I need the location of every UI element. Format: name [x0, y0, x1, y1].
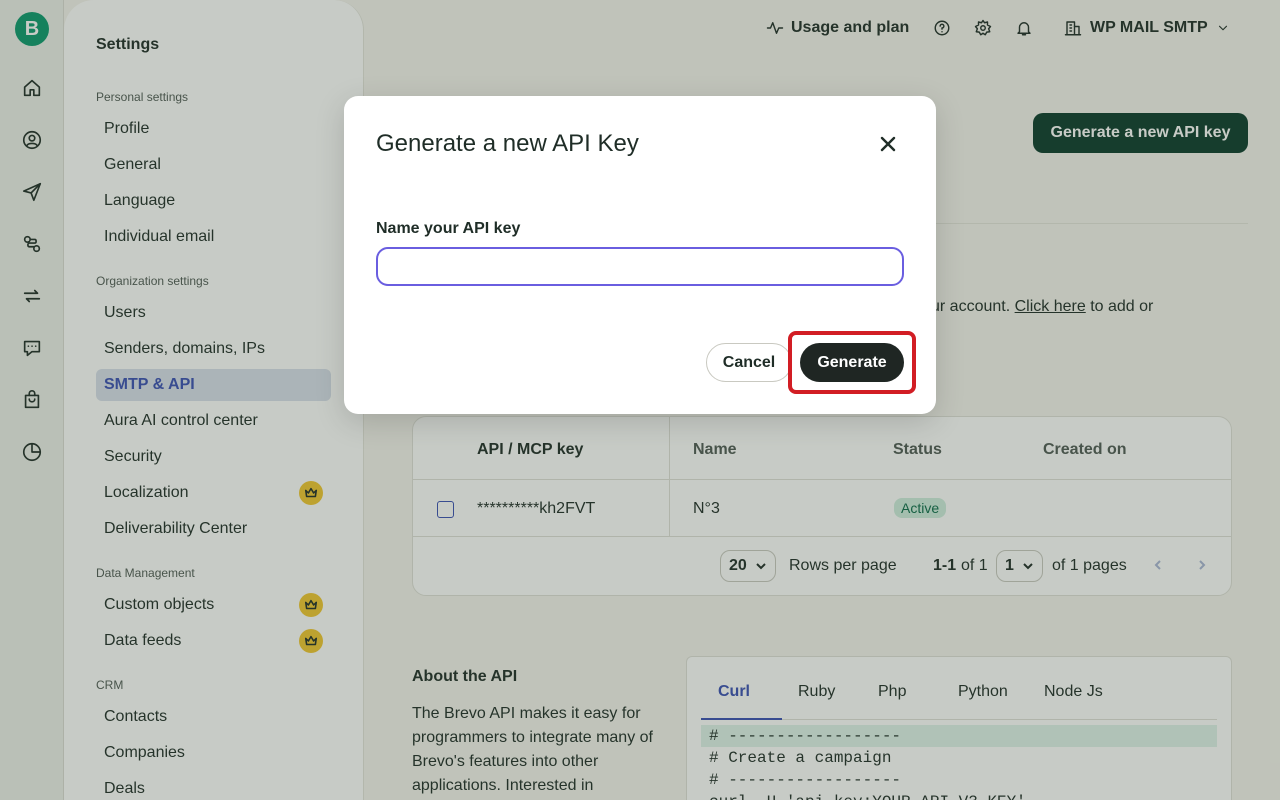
api-key-name-label: Name your API key [376, 220, 521, 237]
api-key-name-input[interactable] [376, 247, 904, 286]
generate-api-key-dialog: Generate a new API Key Name your API key… [344, 96, 936, 414]
dialog-title: Generate a new API Key [376, 130, 639, 157]
generate-button-highlight [788, 331, 916, 394]
cancel-button[interactable]: Cancel [706, 343, 792, 382]
close-icon[interactable] [876, 132, 900, 156]
